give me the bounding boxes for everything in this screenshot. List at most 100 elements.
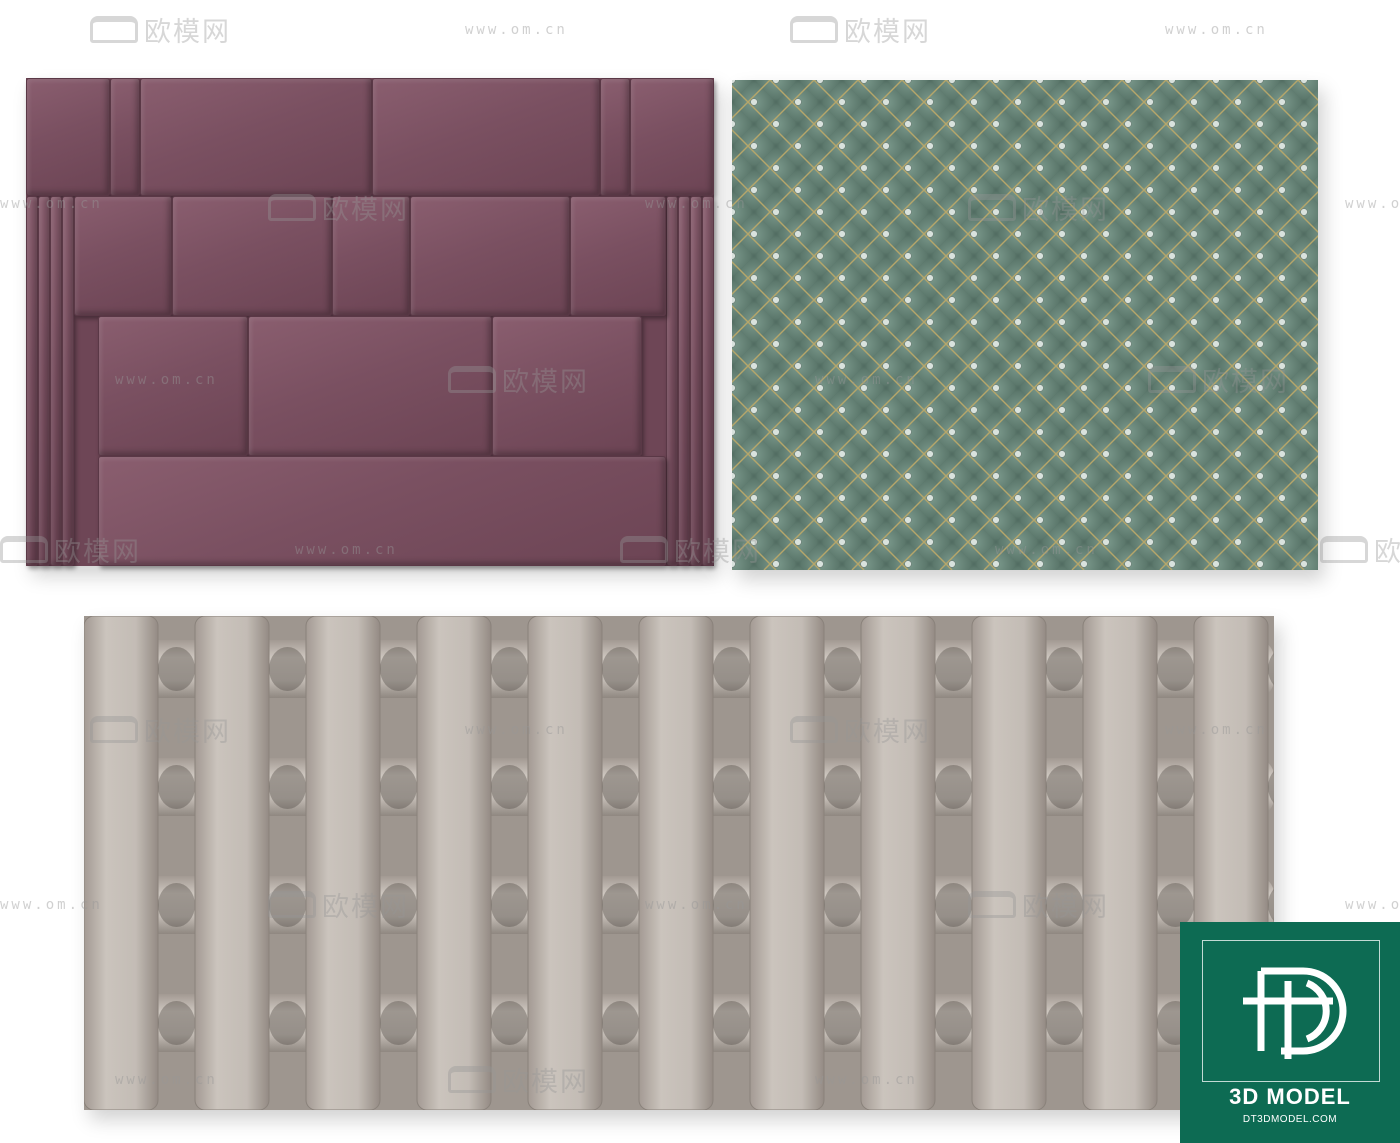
- tuft-button: [1102, 142, 1110, 150]
- tuft-button: [1190, 450, 1198, 458]
- tuft-button: [970, 274, 978, 282]
- weave-shadow: [269, 647, 306, 691]
- tuft-button: [992, 428, 1000, 436]
- weave-shadow: [1046, 883, 1083, 927]
- tuft-button: [1014, 98, 1022, 106]
- vertical-strap: [84, 616, 159, 1110]
- tuft-button: [1124, 208, 1132, 216]
- tuft-button: [1014, 230, 1022, 238]
- tuft-button: [992, 472, 1000, 480]
- tuft-button: [816, 208, 824, 216]
- tuft-button: [1014, 450, 1022, 458]
- tuft-button: [1234, 494, 1242, 502]
- tuft-button: [1300, 516, 1308, 524]
- weave-shadow: [380, 1001, 417, 1045]
- tuft-button: [794, 538, 802, 546]
- green-tufted-panel-image: [732, 80, 1318, 570]
- tuft-button: [948, 516, 956, 524]
- tuft-button: [860, 384, 868, 392]
- tuft-button: [1146, 362, 1154, 370]
- tuft-button: [794, 406, 802, 414]
- vertical-strap: [527, 616, 603, 1110]
- tuft-button: [750, 406, 758, 414]
- tuft-button: [1058, 318, 1066, 326]
- tuft-button: [838, 186, 846, 194]
- tuft-button: [772, 120, 780, 128]
- tuft-button: [1124, 472, 1132, 480]
- tuft-button: [882, 274, 890, 282]
- tuft-button: [1212, 252, 1220, 260]
- tuft-button: [948, 252, 956, 260]
- tuft-button: [860, 428, 868, 436]
- tuft-button: [860, 560, 868, 568]
- weave-shadow: [602, 883, 639, 927]
- watermark-brand: 欧模网: [790, 10, 931, 49]
- tuft-button: [1014, 186, 1022, 194]
- tuft-button: [1124, 384, 1132, 392]
- tuft-button: [1058, 274, 1066, 282]
- tuft-button: [882, 406, 890, 414]
- tuft-button: [1124, 560, 1132, 568]
- upholstered-block: [38, 196, 50, 566]
- tuft-button: [1058, 142, 1066, 150]
- watermark-url: www.om.cn: [465, 22, 568, 38]
- tuft-button: [948, 472, 956, 480]
- dt3dmodel-logo: 3D MODEL DT3DMODEL.COM: [1180, 922, 1400, 1143]
- tuft-button: [1146, 406, 1154, 414]
- vertical-strap: [749, 616, 825, 1110]
- tuft-button: [1168, 208, 1176, 216]
- tuft-button: [750, 494, 758, 502]
- tuft-button: [1036, 340, 1044, 348]
- weave-shadow: [713, 765, 750, 809]
- tuft-button: [992, 560, 1000, 568]
- tuft-button: [1190, 186, 1198, 194]
- tuft-button: [1278, 450, 1286, 458]
- upholstered-block: [702, 196, 714, 566]
- tuft-button: [1080, 472, 1088, 480]
- tuft-button: [882, 538, 890, 546]
- tuft-button: [794, 450, 802, 458]
- weave-shadow: [935, 765, 972, 809]
- tuft-button: [1036, 516, 1044, 524]
- tuft-button: [1102, 274, 1110, 282]
- tuft-button: [772, 472, 780, 480]
- tuft-button: [926, 142, 934, 150]
- upholstered-block: [62, 196, 74, 566]
- tuft-button: [1234, 186, 1242, 194]
- tuft-button: [882, 230, 890, 238]
- weave-shadow: [269, 765, 306, 809]
- weave-shadow: [158, 765, 195, 809]
- logo-title: 3D MODEL: [1229, 1084, 1351, 1109]
- tuft-button: [992, 340, 1000, 348]
- tuft-button: [1300, 340, 1308, 348]
- tuft-button: [1102, 98, 1110, 106]
- tuft-button: [750, 538, 758, 546]
- tuft-button: [860, 252, 868, 260]
- tuft-button: [1036, 252, 1044, 260]
- tuft-button: [1300, 472, 1308, 480]
- weave-shadow: [1157, 883, 1194, 927]
- tuft-button: [1212, 472, 1220, 480]
- tuft-button: [904, 296, 912, 304]
- tuft-button: [1036, 560, 1044, 568]
- watermark-brand-text: 欧模网: [844, 17, 931, 48]
- tuft-button: [926, 98, 934, 106]
- weave-shadow: [380, 883, 417, 927]
- tuft-button: [904, 428, 912, 436]
- vertical-strap: [860, 616, 936, 1110]
- tuft-button: [794, 98, 802, 106]
- upholstered-block: [630, 78, 714, 196]
- tuft-button: [1080, 516, 1088, 524]
- logo-frame: [1202, 940, 1380, 1082]
- tuft-button: [1278, 186, 1286, 194]
- tuft-button: [838, 494, 846, 502]
- tuft-button: [1300, 164, 1308, 172]
- tuft-button: [1036, 428, 1044, 436]
- upholstered-block: [98, 456, 666, 566]
- tuft-button: [816, 120, 824, 128]
- tuft-button: [1102, 362, 1110, 370]
- tuft-button: [860, 164, 868, 172]
- tuft-button: [1014, 494, 1022, 502]
- tuft-button: [1256, 428, 1264, 436]
- tuft-button: [816, 516, 824, 524]
